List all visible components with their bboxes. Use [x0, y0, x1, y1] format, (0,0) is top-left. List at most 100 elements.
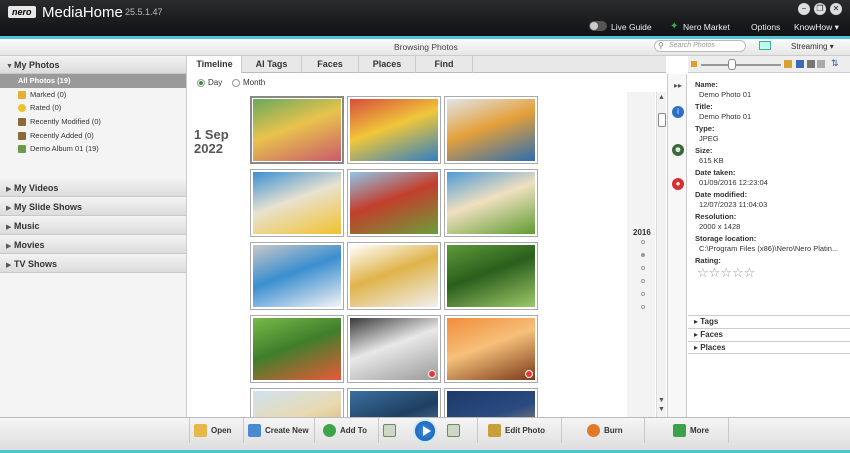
sidebar-item-marked[interactable]: Marked (0) [0, 88, 186, 102]
property-label: Type: [695, 124, 715, 133]
sort-icon[interactable]: ⇅ [831, 58, 843, 68]
create-new-button[interactable]: Create New [244, 418, 315, 443]
photo-image [350, 245, 438, 307]
photo-image [350, 99, 438, 161]
star-icon[interactable]: ☆ [720, 265, 732, 280]
monitor-icon[interactable] [759, 41, 771, 50]
section-movies[interactable]: ▶ Movies [0, 236, 186, 255]
collapsed-icon: ▶ [6, 186, 12, 194]
more-button[interactable]: More [669, 418, 729, 443]
photo-image [447, 318, 535, 380]
photo-thumbnail[interactable] [347, 242, 441, 310]
scroll-up-icon[interactable]: ▲ [658, 94, 665, 101]
rotate-left-button[interactable] [379, 418, 407, 443]
section-tv-shows[interactable]: ▶ TV Shows [0, 255, 186, 274]
scrollbar-thumb[interactable] [658, 113, 666, 127]
tab-places[interactable]: Places [359, 56, 416, 73]
photo-thumbnail[interactable] [347, 315, 441, 383]
sidebar-item-demo-album[interactable]: Demo Album 01 (19) [0, 142, 186, 156]
small-thumb-icon[interactable] [691, 61, 697, 67]
menu-live-guide[interactable]: Live Guide [611, 22, 652, 32]
menu-options[interactable]: Options [751, 22, 780, 32]
photo-thumbnail[interactable] [250, 242, 344, 310]
section-music[interactable]: ▶ Music [0, 217, 186, 236]
timeline-dot[interactable] [641, 305, 645, 309]
list-view-icon[interactable] [807, 60, 815, 68]
tab-timeline[interactable]: Timeline [188, 56, 242, 73]
tab-ai-tags[interactable]: AI Tags [242, 56, 302, 73]
tab-faces[interactable]: Faces [302, 56, 359, 73]
timeline-dot[interactable] [641, 240, 645, 244]
radio-month[interactable]: Month [232, 78, 265, 87]
edit-photo-button[interactable]: Edit Photo [484, 418, 562, 443]
search-input[interactable]: ⚲ Search Photos [654, 40, 746, 52]
accordion-tags[interactable]: ▸ Tags [688, 315, 850, 328]
property-field: Size: 615 KB [688, 146, 850, 166]
star-icon[interactable]: ☆ [709, 265, 721, 280]
photo-thumbnail[interactable] [444, 96, 538, 164]
photo-thumbnail[interactable] [444, 242, 538, 310]
photo-thumbnail[interactable] [250, 169, 344, 237]
location-pin-icon[interactable]: ● [672, 178, 684, 190]
more-icon [673, 424, 686, 438]
restore-icon[interactable]: ❐ [814, 3, 826, 15]
photo-thumbnail[interactable] [250, 315, 344, 383]
section-my-videos[interactable]: ▶ My Videos [0, 179, 186, 198]
star-icon[interactable]: ☆ [697, 265, 709, 280]
rating-stars[interactable]: ☆☆☆☆☆ [688, 266, 850, 279]
add-to-button[interactable]: Add To [319, 418, 379, 443]
live-guide-toggle[interactable] [589, 21, 607, 31]
minimize-icon[interactable]: − [798, 3, 810, 15]
photo-thumbnail[interactable] [444, 169, 538, 237]
section-my-slide-shows[interactable]: ▶ My Slide Shows [0, 198, 186, 217]
timeline-dot[interactable] [641, 253, 645, 257]
star-icon[interactable]: ☆ [732, 265, 744, 280]
grid-view-icon[interactable] [796, 60, 804, 68]
person-icon[interactable]: ☻ [672, 144, 684, 156]
burn-icon [587, 424, 600, 438]
close-icon[interactable]: ✕ [830, 3, 842, 15]
tab-find[interactable]: Find [416, 56, 473, 73]
nero-logo: nero [8, 6, 36, 18]
timeline-scrubber[interactable]: 2016 [627, 92, 655, 417]
menu-knowhow[interactable]: KnowHow ▾ [794, 22, 839, 33]
photo-thumbnail[interactable] [250, 96, 344, 164]
photo-thumbnail[interactable] [444, 388, 538, 417]
burn-button[interactable]: Burn [583, 418, 645, 443]
open-button[interactable]: Open [189, 418, 244, 443]
photo-thumbnail[interactable] [347, 96, 441, 164]
large-thumb-icon[interactable] [784, 60, 792, 68]
star-icon[interactable]: ☆ [744, 265, 756, 280]
play-slideshow-button[interactable] [413, 419, 437, 443]
accordion-places[interactable]: ▸ Places [688, 341, 850, 354]
vertical-scrollbar[interactable]: ▲ ▼ ▼ [656, 92, 666, 417]
scroll-down-icon[interactable]: ▼ [658, 406, 665, 413]
collapse-panel-icon[interactable]: ▸▸ [672, 80, 684, 92]
sidebar-item-rated[interactable]: Rated (0) [0, 101, 186, 115]
info-icon[interactable]: i [672, 106, 684, 118]
view-mode-bar: Day Month [188, 74, 666, 92]
timeline-dot[interactable] [641, 266, 645, 270]
timeline-dot[interactable] [641, 292, 645, 296]
photo-thumbnail[interactable] [347, 388, 441, 417]
scroll-down-icon[interactable]: ▼ [658, 397, 665, 404]
accordion-faces[interactable]: ▸ Faces [688, 328, 850, 341]
photo-thumbnail[interactable] [250, 388, 344, 417]
property-value: C:\Program Files (x86)\Nero\Nero Platin.… [699, 244, 839, 253]
timeline-dot[interactable] [641, 279, 645, 283]
radio-day[interactable]: Day [197, 78, 222, 87]
property-value: 12/07/2023 11:04:03 [699, 200, 768, 209]
rotate-right-button[interactable] [443, 418, 478, 443]
photo-thumbnail[interactable] [444, 315, 538, 383]
sidebar-item-recently-modified[interactable]: Recently Modified (0) [0, 115, 186, 129]
menu-nero-market[interactable]: Nero Market [683, 22, 730, 32]
sidebar-item-recently-added[interactable]: Recently Added (0) [0, 129, 186, 143]
streaming-dropdown[interactable]: Streaming ▾ [791, 42, 834, 51]
property-label: Storage location: [695, 234, 757, 243]
zoom-slider[interactable] [701, 64, 781, 66]
details-view-icon[interactable] [817, 60, 825, 68]
section-my-photos[interactable]: ▼My Photos [0, 56, 186, 74]
sidebar-item-all-photos[interactable]: All Photos (19) [0, 74, 186, 88]
zoom-slider-handle[interactable] [728, 59, 736, 70]
photo-thumbnail[interactable] [347, 169, 441, 237]
